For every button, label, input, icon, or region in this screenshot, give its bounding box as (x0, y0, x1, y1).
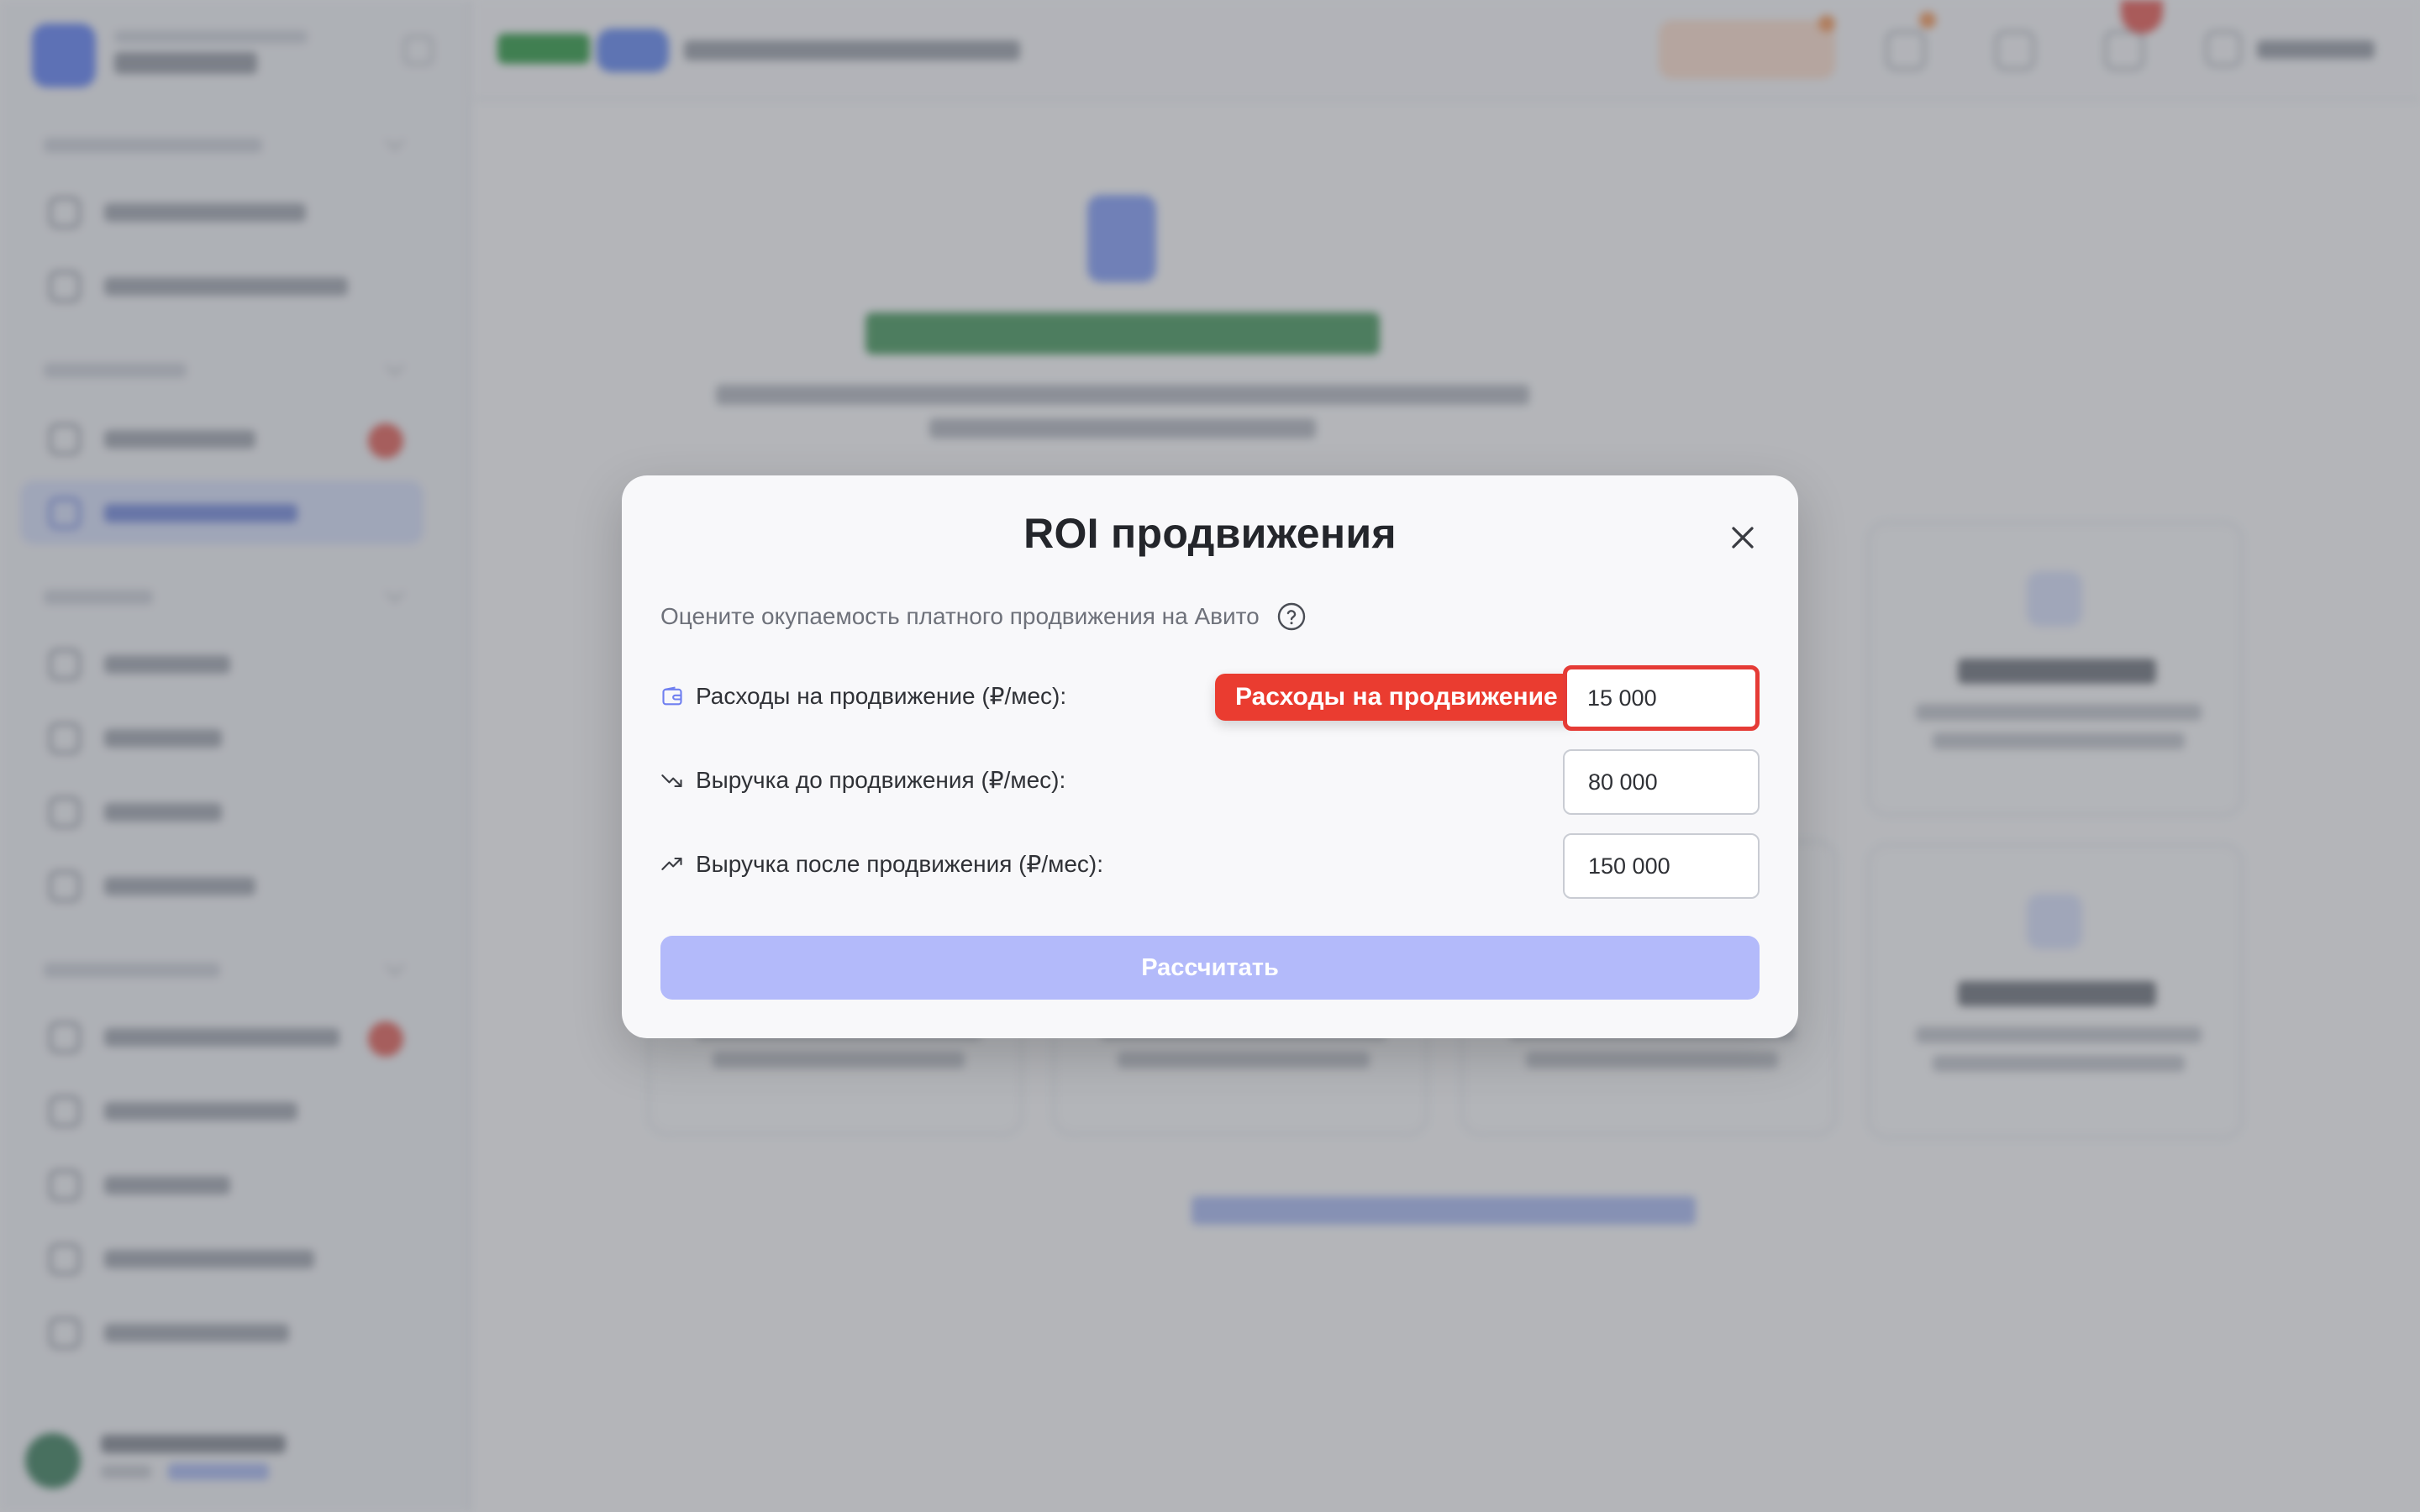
field-tooltip: Расходы на продвижение (1215, 674, 1578, 721)
expenses-input[interactable] (1563, 665, 1760, 731)
field-row-revenue-after: Выручка после продвижения (₽/мес): (660, 833, 1760, 899)
revenue-before-input[interactable] (1563, 749, 1760, 815)
calculate-button[interactable]: Рассчитать (660, 936, 1760, 1000)
trending-up-icon (660, 853, 684, 876)
field-label: Выручка до продвижения (₽/мес): (696, 767, 1066, 793)
trending-down-icon (660, 769, 684, 792)
field-row-revenue-before: Выручка до продвижения (₽/мес): (660, 749, 1760, 815)
close-icon[interactable] (1724, 519, 1761, 556)
question-circle-icon[interactable] (1276, 601, 1307, 632)
modal-description: Оцените окупаемость платного продвижения… (660, 603, 1260, 629)
roi-modal: ROI продвижения Оцените окупаемость плат… (622, 475, 1798, 1038)
app-root: ROI продвижения Оцените окупаемость плат… (0, 0, 2420, 1512)
revenue-after-input[interactable] (1563, 833, 1760, 899)
field-label-row: Выручка после продвижения (₽/мес): (660, 850, 1103, 878)
wallet-icon (660, 685, 684, 708)
field-label: Выручка после продвижения (₽/мес): (696, 851, 1104, 877)
field-label-row: Выручка до продвижения (₽/мес): (660, 766, 1065, 794)
field-label-row: Расходы на продвижение (₽/мес): (660, 682, 1066, 710)
modal-title: ROI продвижения (1023, 510, 1397, 557)
field-row-expenses: Расходы на продвижение (₽/мес): Расходы … (660, 665, 1760, 731)
field-label: Расходы на продвижение (₽/мес): (696, 683, 1067, 709)
modal-description-row: Оцените окупаемость платного продвижения… (660, 601, 1307, 632)
